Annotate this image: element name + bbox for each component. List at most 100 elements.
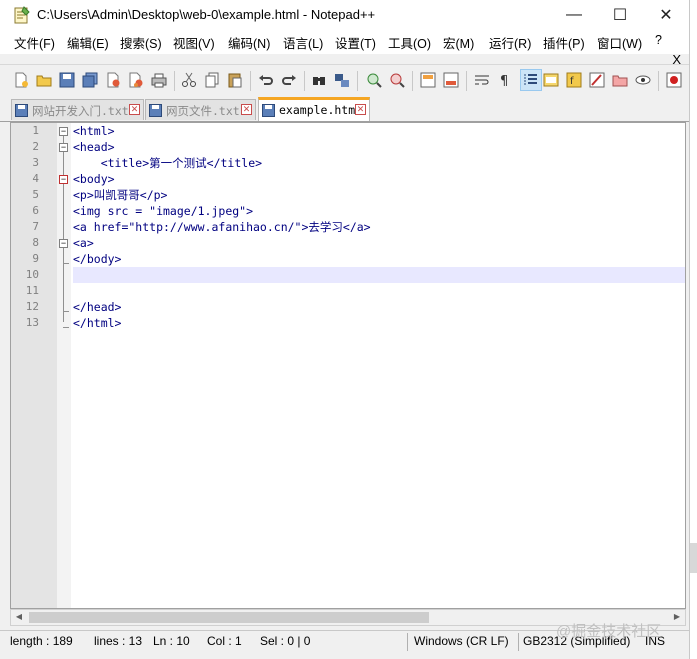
cut-icon[interactable]	[181, 72, 197, 88]
file-tab-icon	[262, 104, 275, 117]
line-number: 8	[32, 236, 39, 249]
line-number: 13	[25, 316, 39, 329]
replace-icon[interactable]	[334, 72, 350, 88]
code-editor[interactable]: − − − − 1 2 3 4 5 6 7 8 9 10 11 12 13 <h…	[10, 122, 686, 609]
eye-icon[interactable]	[635, 72, 651, 88]
code-line[interactable]: <a href="http://www.afanihao.cn/">去学习</a…	[73, 219, 371, 235]
code-line[interactable]: <img src = "image/1.jpeg">	[73, 203, 253, 219]
fold-margin	[57, 123, 71, 608]
fold-collapse-icon[interactable]: −	[59, 127, 68, 136]
tab-label: 网站开发入门.txt	[32, 104, 129, 118]
code-area[interactable]: <html> <head> <title>第一个测试</title> <body…	[73, 123, 685, 608]
background-block	[690, 543, 697, 573]
menu-window[interactable]: 窗口(W)	[597, 33, 642, 52]
menu-run[interactable]: 运行(R)	[489, 33, 531, 52]
menu-settings[interactable]: 设置(T)	[335, 33, 376, 52]
tab-webpage-file[interactable]: 网页文件.txt ✕	[145, 99, 256, 120]
doc-map-icon[interactable]	[543, 72, 559, 88]
line-number: 1	[32, 124, 39, 137]
record-macro-icon[interactable]	[666, 72, 682, 88]
scroll-right-icon[interactable]: ▶	[671, 612, 683, 621]
monitoring-icon[interactable]	[612, 72, 628, 88]
code-line[interactable]: <html>	[73, 123, 115, 139]
fold-collapse-icon[interactable]: −	[59, 239, 68, 248]
menu-encoding[interactable]: 编码(N)	[228, 33, 270, 52]
show-all-chars-icon[interactable]: ¶	[497, 72, 513, 88]
line-number: 6	[32, 204, 39, 217]
code-line[interactable]: </body>	[73, 251, 121, 267]
code-line[interactable]: </html>	[73, 315, 121, 331]
tab-close-icon[interactable]: ✕	[129, 104, 140, 115]
zoom-out-icon[interactable]	[389, 72, 405, 88]
menu-plugins[interactable]: 插件(P)	[543, 33, 585, 52]
minimize-button[interactable]: —	[551, 0, 597, 30]
save-all-icon[interactable]	[82, 72, 98, 88]
menu-language[interactable]: 语言(L)	[283, 33, 323, 52]
status-eol[interactable]: Windows (CR LF)	[414, 634, 509, 648]
word-wrap-icon[interactable]	[474, 72, 490, 88]
status-lines: lines : 13	[94, 634, 143, 648]
maximize-button[interactable]: ☐	[597, 0, 643, 30]
line-number: 7	[32, 220, 39, 233]
fold-collapse-icon[interactable]: −	[59, 175, 68, 184]
title-bar[interactable]: C:\Users\Admin\Desktop\web-0\example.htm…	[0, 0, 689, 30]
fold-end-marker	[63, 327, 69, 328]
watermark: @掘金技术社区	[556, 623, 662, 640]
copy-icon[interactable]	[204, 72, 220, 88]
menu-search[interactable]: 搜索(S)	[120, 33, 162, 52]
close-all-icon[interactable]	[128, 72, 144, 88]
code-line[interactable]: <p>叫凯哥哥</p>	[73, 187, 167, 203]
code-line[interactable]: </head>	[73, 299, 121, 315]
code-line[interactable]: <head>	[73, 139, 115, 155]
folder-workspace-icon[interactable]	[589, 72, 605, 88]
menu-help[interactable]: ?	[655, 33, 662, 47]
tab-example-html[interactable]: example.html ✕	[258, 97, 370, 121]
scrollbar-thumb[interactable]	[29, 612, 429, 623]
svg-text:¶: ¶	[500, 74, 508, 88]
paste-icon[interactable]	[227, 72, 243, 88]
sync-horizontal-icon[interactable]	[443, 72, 459, 88]
function-list-icon[interactable]: f	[566, 72, 582, 88]
menu-macro[interactable]: 宏(M)	[443, 33, 474, 52]
notepad-app-icon	[14, 6, 30, 24]
close-icon[interactable]	[105, 72, 121, 88]
indent-guide-icon[interactable]	[523, 72, 539, 88]
toolbar-separator	[250, 71, 251, 91]
tab-close-icon[interactable]: ✕	[241, 104, 252, 115]
code-line[interactable]: <title>第一个测试</title>	[73, 155, 262, 171]
zoom-in-icon[interactable]	[366, 72, 382, 88]
fold-end-marker	[63, 311, 69, 312]
tab-website-intro[interactable]: 网站开发入门.txt ✕	[11, 99, 144, 120]
menu-edit[interactable]: 编辑(E)	[67, 33, 109, 52]
line-number: 12	[25, 300, 39, 313]
status-separator	[518, 633, 519, 651]
notepadpp-window: C:\Users\Admin\Desktop\web-0\example.htm…	[0, 0, 690, 659]
tab-close-icon[interactable]: ✕	[355, 104, 366, 115]
menu-tools[interactable]: 工具(O)	[388, 33, 431, 52]
save-icon[interactable]	[59, 72, 75, 88]
code-line[interactable]: <a>	[73, 235, 94, 251]
menu-view[interactable]: 视图(V)	[173, 33, 215, 52]
find-icon[interactable]	[311, 72, 327, 88]
svg-text:f: f	[570, 76, 574, 87]
open-file-icon[interactable]	[36, 72, 52, 88]
scroll-left-icon[interactable]: ◀	[13, 612, 25, 621]
menu-file[interactable]: 文件(F)	[14, 33, 55, 52]
print-icon[interactable]	[151, 72, 167, 88]
close-window-button[interactable]: ✕	[643, 0, 689, 30]
line-number: 4	[32, 172, 39, 185]
line-number: 5	[32, 188, 39, 201]
toolbar: ¶ f	[0, 64, 689, 97]
fold-collapse-icon[interactable]: −	[59, 143, 68, 152]
toolbar-separator	[412, 71, 413, 91]
sync-vertical-icon[interactable]	[420, 72, 436, 88]
status-column: Col : 1	[207, 634, 242, 648]
line-number: 11	[25, 284, 39, 297]
new-file-icon[interactable]	[13, 72, 29, 88]
code-line[interactable]: <body>	[73, 171, 115, 187]
undo-icon[interactable]	[258, 72, 274, 88]
redo-icon[interactable]	[281, 72, 297, 88]
status-line: Ln : 10	[153, 634, 190, 648]
line-number: 10	[25, 268, 39, 281]
status-length: length : 189	[10, 634, 73, 648]
